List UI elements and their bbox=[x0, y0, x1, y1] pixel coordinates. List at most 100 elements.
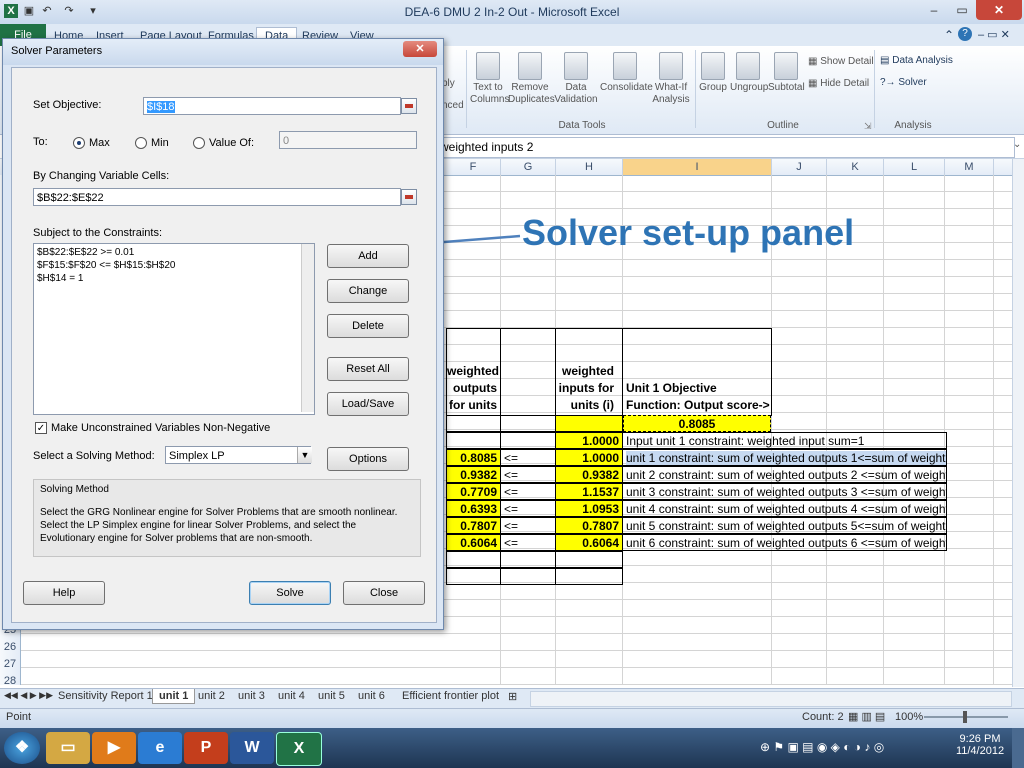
workbook-controls-icon[interactable]: – ▭ ✕ bbox=[978, 28, 1010, 41]
operator-cell[interactable]: <= bbox=[500, 500, 556, 517]
weighted-output-cell[interactable]: 0.7709 bbox=[446, 483, 501, 500]
cell-g14[interactable] bbox=[500, 415, 556, 432]
column-header-j[interactable]: J bbox=[772, 159, 827, 175]
weighted-input-cell[interactable]: 1.0953 bbox=[555, 500, 623, 517]
header-empty-g[interactable] bbox=[500, 328, 556, 416]
new-sheet-icon[interactable]: ⊞ bbox=[508, 690, 517, 703]
value-of-radio[interactable] bbox=[193, 137, 205, 149]
changing-cells-ref-icon[interactable] bbox=[401, 189, 417, 205]
constraints-list[interactable]: $B$22:$E$22 >= 0.01 $F$15:$F$20 <= $H$15… bbox=[33, 243, 315, 415]
media-player-icon[interactable]: ▶ bbox=[92, 732, 136, 764]
set-objective-ref-icon[interactable] bbox=[401, 98, 417, 114]
constraint-label-cell[interactable]: unit 3 constraint: sum of weighted outpu… bbox=[622, 483, 947, 500]
operator-cell[interactable]: <= bbox=[500, 483, 556, 500]
column-header-h[interactable]: H bbox=[556, 159, 623, 175]
zoom-slider-handle[interactable] bbox=[963, 711, 967, 723]
operator-cell[interactable]: <= bbox=[500, 449, 556, 466]
weighted-input-cell[interactable]: 1.0000 bbox=[555, 449, 623, 466]
weighted-input-cell[interactable]: 0.7807 bbox=[555, 517, 623, 534]
weighted-input-cell[interactable]: 1.1537 bbox=[555, 483, 623, 500]
sheet-tab-unit-3[interactable]: unit 3 bbox=[238, 690, 265, 702]
word-icon[interactable]: W bbox=[230, 732, 274, 764]
start-icon[interactable]: ❖ bbox=[4, 732, 40, 764]
expand-formula-bar-icon[interactable]: ⌄ bbox=[1013, 139, 1021, 150]
consolidate-button[interactable]: Consolidate bbox=[600, 52, 653, 94]
dialog-close-icon[interactable]: ✕ bbox=[403, 41, 437, 57]
excel-taskbar-icon[interactable]: X bbox=[276, 732, 322, 766]
column-header-f[interactable]: F bbox=[446, 159, 501, 175]
minimize-icon[interactable]: – bbox=[920, 0, 948, 20]
cell-g22[interactable] bbox=[500, 551, 556, 568]
weighted-input-cell[interactable]: 0.9382 bbox=[555, 466, 623, 483]
header-objective-function[interactable]: Unit 1 Objective Function: Output score-… bbox=[622, 328, 772, 416]
constraint-item[interactable]: $B$22:$E$22 >= 0.01 bbox=[37, 247, 134, 258]
cell-g15[interactable] bbox=[500, 432, 556, 449]
close-button[interactable]: Close bbox=[343, 581, 425, 605]
column-header-g[interactable]: G bbox=[501, 159, 556, 175]
powerpoint-icon[interactable]: P bbox=[184, 732, 228, 764]
constraint-item[interactable]: $H$14 = 1 bbox=[37, 273, 83, 284]
cell-g23[interactable] bbox=[500, 568, 556, 585]
sheet-tab-unit-6[interactable]: unit 6 bbox=[358, 690, 385, 702]
text-to-columns-button[interactable]: Text to Columns bbox=[470, 52, 509, 106]
objective-value-cell[interactable]: 0.8085 bbox=[623, 415, 771, 432]
outline-dialog-launcher-icon[interactable]: ⇲ bbox=[864, 121, 872, 132]
help-icon[interactable]: ? bbox=[958, 27, 972, 41]
constraints-scrollbar[interactable] bbox=[301, 244, 314, 412]
weighted-output-cell[interactable]: 0.7807 bbox=[446, 517, 501, 534]
data-validation-button[interactable]: Data Validation bbox=[554, 52, 598, 106]
restore-icon[interactable]: ▭ bbox=[948, 0, 976, 20]
constraint-label-cell[interactable]: unit 1 constraint: sum of weighted outpu… bbox=[622, 449, 947, 466]
cell-f22[interactable] bbox=[446, 551, 501, 568]
close-window-icon[interactable]: ✕ bbox=[976, 0, 1022, 20]
internet-explorer-icon[interactable]: e bbox=[138, 732, 182, 764]
weighted-output-cell[interactable]: 0.6393 bbox=[446, 500, 501, 517]
sheet-tab-unit-5[interactable]: unit 5 bbox=[318, 690, 345, 702]
constraint-label-cell[interactable]: unit 6 constraint: sum of weighted outpu… bbox=[622, 534, 947, 551]
zoom-level[interactable]: 100% bbox=[895, 711, 923, 723]
sheet-tab-unit-2[interactable]: unit 2 bbox=[198, 690, 225, 702]
set-objective-input[interactable]: $I$18 bbox=[143, 97, 401, 115]
row-header-27[interactable]: 27 bbox=[0, 658, 20, 670]
min-radio[interactable] bbox=[135, 137, 147, 149]
view-mode-icon[interactable]: ▦ ▥ ▤ bbox=[848, 710, 885, 723]
change-button[interactable]: Change bbox=[327, 279, 409, 303]
weighted-output-cell[interactable]: 0.9382 bbox=[446, 466, 501, 483]
show-desktop-button[interactable] bbox=[1012, 728, 1024, 768]
sheet-nav-icon[interactable]: ◀◀ ◀ ▶ ▶▶ bbox=[4, 690, 53, 701]
explorer-icon[interactable]: ▭ bbox=[46, 732, 90, 764]
ribbon-minimize-icon[interactable]: ⌃ bbox=[944, 28, 954, 42]
load-save-button[interactable]: Load/Save bbox=[327, 392, 409, 416]
subtotal-button[interactable]: Subtotal bbox=[768, 52, 805, 94]
data-analysis-button[interactable]: ▤ Data Analysis bbox=[880, 55, 953, 66]
sheet-tab-unit-1[interactable]: unit 1 bbox=[152, 689, 196, 704]
solve-button[interactable]: Solve bbox=[249, 581, 331, 605]
help-button[interactable]: Help bbox=[23, 581, 105, 605]
cell-h23[interactable] bbox=[555, 568, 623, 585]
operator-cell[interactable]: <= bbox=[500, 534, 556, 551]
delete-button[interactable]: Delete bbox=[327, 314, 409, 338]
constraint-label-cell[interactable]: unit 5 constraint: sum of weighted outpu… bbox=[622, 517, 947, 534]
column-header-k[interactable]: K bbox=[827, 159, 884, 175]
input-sum-cell[interactable]: 1.0000 bbox=[555, 432, 623, 449]
max-radio[interactable] bbox=[73, 137, 85, 149]
show-detail-button[interactable]: ▦ Show Detail bbox=[808, 56, 874, 67]
vertical-scrollbar[interactable] bbox=[1012, 159, 1024, 687]
cell-f15[interactable] bbox=[446, 432, 501, 449]
weighted-output-cell[interactable]: 0.8085 bbox=[446, 449, 501, 466]
system-tray-icons[interactable]: ⊕ ⚑ ▣ ▤ ◉ ◈ ◐ ◑ ♪ ◎ bbox=[760, 740, 884, 754]
weighted-output-cell[interactable]: 0.6064 bbox=[446, 534, 501, 551]
sheet-tab-sensitivity-report[interactable]: Sensitivity Report 1 bbox=[58, 690, 153, 702]
what-if-analysis-button[interactable]: What-If Analysis bbox=[652, 52, 690, 106]
options-button[interactable]: Options bbox=[327, 447, 409, 471]
remove-duplicates-button[interactable]: Remove Duplicates bbox=[508, 52, 555, 106]
chevron-down-icon[interactable]: ▼ bbox=[297, 447, 312, 463]
cell-f23[interactable] bbox=[446, 568, 501, 585]
add-button[interactable]: Add bbox=[327, 244, 409, 268]
row-header-28[interactable]: 28 bbox=[0, 675, 20, 687]
constraint-label-cell[interactable]: unit 2 constraint: sum of weighted outpu… bbox=[622, 466, 947, 483]
constraint-label-cell[interactable]: unit 4 constraint: sum of weighted outpu… bbox=[622, 500, 947, 517]
hide-detail-button[interactable]: ▦ Hide Detail bbox=[808, 78, 869, 89]
operator-cell[interactable]: <= bbox=[500, 517, 556, 534]
column-header-l[interactable]: L bbox=[884, 159, 945, 175]
